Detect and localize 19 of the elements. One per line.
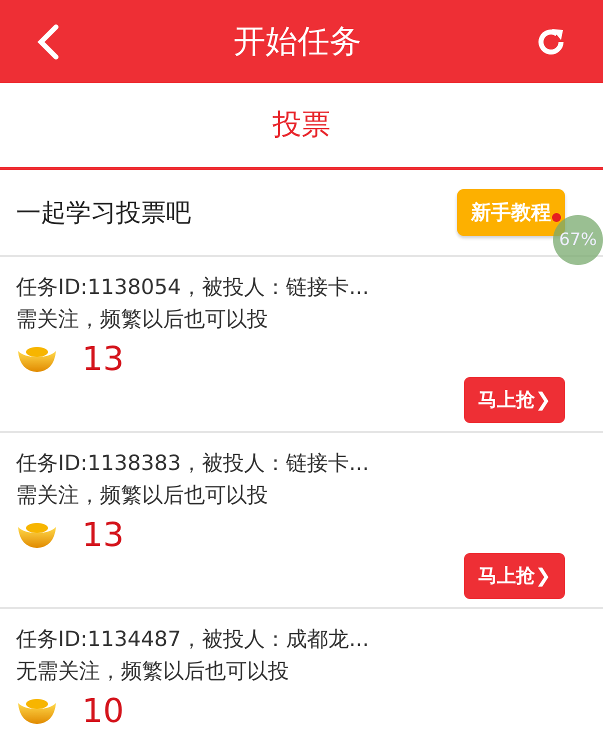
reward-amount: 13	[82, 515, 124, 554]
grab-button[interactable]: 马上抢❯	[464, 377, 565, 423]
ingot-icon	[16, 344, 58, 372]
task-note: 需关注，频繁以后也可以投	[16, 306, 269, 333]
page-title: 开始任务	[234, 20, 362, 62]
task-note: 需关注，频繁以后也可以投	[16, 482, 269, 509]
back-button[interactable]	[36, 24, 60, 60]
ingot-icon	[16, 696, 58, 724]
back-icon	[36, 24, 60, 60]
task-title: 任务ID:1138383，被投人：链接卡...	[16, 450, 370, 477]
task-title: 任务ID:1138054，被投人：链接卡...	[16, 274, 370, 301]
reward-amount: 13	[82, 339, 124, 378]
ingot-icon	[16, 520, 58, 548]
tab[interactable]: 投票	[252, 83, 350, 167]
intro-text: 一起学习投票吧	[16, 197, 191, 229]
task-title: 任务ID:1134487，被投人：成都龙...	[16, 626, 370, 653]
grab-button[interactable]: 马上抢❯	[464, 553, 565, 599]
task-note: 无需关注，频繁以后也可以投	[16, 658, 290, 685]
reward-amount: 10	[82, 691, 124, 730]
